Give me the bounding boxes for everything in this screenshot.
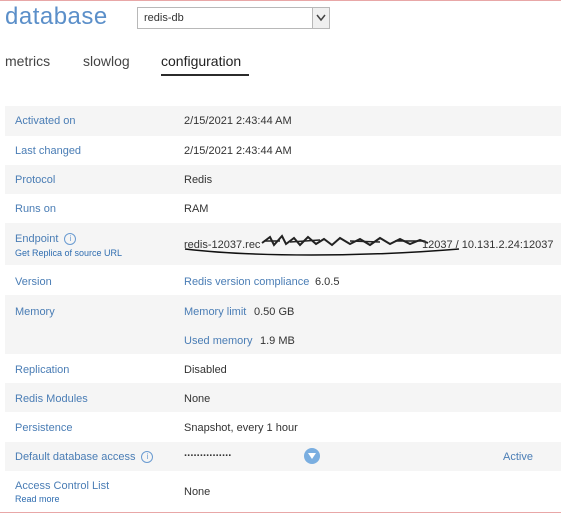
config-row-protocol: Protocol Redis <box>5 165 561 194</box>
config-row-acl: Access Control List Read more None <box>5 471 561 511</box>
persistence-label: Persistence <box>15 422 73 434</box>
last-changed-value: 2/15/2021 2:43:44 AM <box>184 145 292 157</box>
config-row-memory: Memory Memory limit 0.50 GB Used memory … <box>5 295 561 354</box>
used-memory-label: Used memory <box>184 335 253 347</box>
memory-label: Memory <box>15 306 55 318</box>
config-row-last-changed: Last changed 2/15/2021 2:43:44 AM <box>5 136 561 165</box>
persistence-value: Snapshot, every 1 hour <box>184 422 298 434</box>
runs-on-label: Runs on <box>15 203 56 215</box>
hand-underline <box>184 248 460 256</box>
memory-limit-label: Memory limit <box>184 306 247 318</box>
config-row-default-access: Default database access i ···············… <box>5 442 561 471</box>
protocol-label: Protocol <box>15 174 56 186</box>
get-replica-link[interactable]: Get Replica of source URL <box>15 248 122 258</box>
database-select-value: redis-db <box>144 12 184 24</box>
protocol-value: Redis <box>184 174 213 186</box>
active-tab-indicator <box>161 74 249 76</box>
config-row-version: Version Redis version compliance 6.0.5 <box>5 265 561 295</box>
password-mask: ··············· <box>184 450 232 462</box>
access-status: Active <box>503 451 533 463</box>
default-access-label-group: Default database access i <box>15 451 154 463</box>
tab-metrics[interactable]: metrics <box>5 53 50 69</box>
top-rule <box>0 0 561 1</box>
config-row-endpoint: Endpoint i Get Replica of source URL redi… <box>5 223 561 265</box>
page-title: database <box>5 3 108 30</box>
config-row-persistence: Persistence Snapshot, every 1 hour <box>5 412 561 442</box>
version-value: 6.0.5 <box>315 276 340 288</box>
runs-on-value: RAM <box>184 203 209 215</box>
info-icon[interactable]: i <box>64 233 77 245</box>
config-row-activated-on: Activated on 2/15/2021 2:43:44 AM <box>5 106 561 136</box>
tab-configuration[interactable]: configuration <box>161 53 241 69</box>
config-row-replication: Replication Disabled <box>5 354 561 383</box>
info-icon[interactable]: i <box>141 451 154 463</box>
memory-limit-value: 0.50 GB <box>254 306 295 318</box>
config-row-runs-on: Runs on RAM <box>5 194 561 223</box>
tab-slowlog[interactable]: slowlog <box>83 53 130 69</box>
bottom-rule <box>0 512 561 513</box>
redis-modules-value: None <box>184 393 211 405</box>
replication-label: Replication <box>15 364 70 376</box>
redis-modules-label: Redis Modules <box>15 393 88 405</box>
endpoint-label-group: Endpoint i <box>15 233 77 245</box>
chevron-down-icon[interactable] <box>312 8 329 28</box>
chevron-down-icon[interactable] <box>304 448 320 464</box>
acl-value: None <box>184 486 211 498</box>
endpoint-label: Endpoint <box>15 233 59 245</box>
configuration-table: Activated on 2/15/2021 2:43:44 AM Last c… <box>5 106 561 511</box>
database-select[interactable]: redis-db <box>137 7 330 29</box>
used-memory-value: 1.9 MB <box>260 335 295 347</box>
default-access-label: Default database access <box>15 451 136 463</box>
activated-on-value: 2/15/2021 2:43:44 AM <box>184 115 292 127</box>
config-row-redis-modules: Redis Modules None <box>5 383 561 412</box>
acl-label: Access Control List <box>15 480 110 492</box>
read-more-link[interactable]: Read more <box>15 494 60 504</box>
version-compliance-label: Redis version compliance <box>184 276 310 288</box>
activated-on-label: Activated on <box>15 115 76 127</box>
last-changed-label: Last changed <box>15 145 82 157</box>
version-label: Version <box>15 276 52 288</box>
replication-value: Disabled <box>184 364 227 376</box>
